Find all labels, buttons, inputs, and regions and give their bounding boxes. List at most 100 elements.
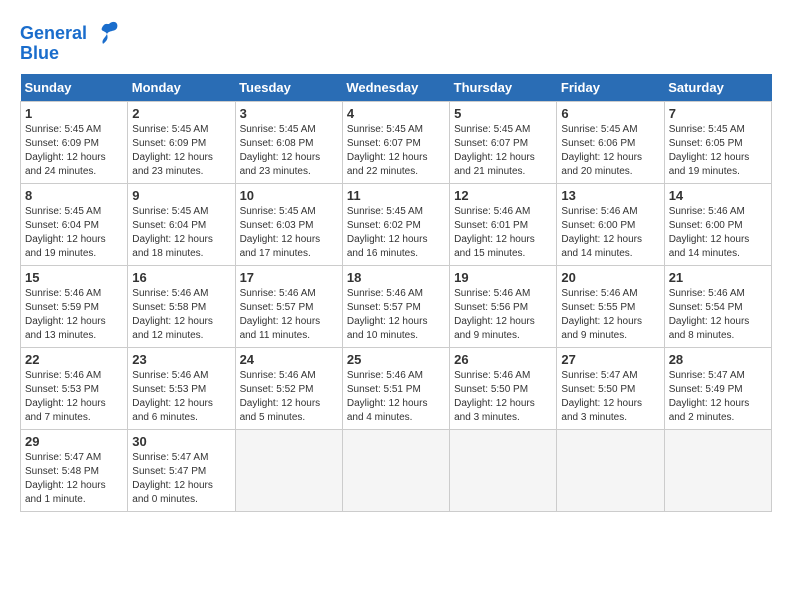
calendar-day-cell: 21 Sunrise: 5:46 AM Sunset: 5:54 PM Dayl… bbox=[664, 265, 771, 347]
day-info: Sunrise: 5:45 AM Sunset: 6:04 PM Dayligh… bbox=[25, 205, 123, 261]
calendar-day-cell: 19 Sunrise: 5:46 AM Sunset: 5:56 PM Dayl… bbox=[450, 265, 557, 347]
calendar-day-cell: 7 Sunrise: 5:45 AM Sunset: 6:05 PM Dayli… bbox=[664, 101, 771, 183]
day-info: Sunrise: 5:46 AM Sunset: 5:52 PM Dayligh… bbox=[240, 369, 338, 425]
day-number: 14 bbox=[669, 188, 767, 203]
weekday-header-row: SundayMondayTuesdayWednesdayThursdayFrid… bbox=[21, 74, 772, 102]
day-info: Sunrise: 5:46 AM Sunset: 6:00 PM Dayligh… bbox=[561, 205, 659, 261]
logo-text: General bbox=[20, 24, 87, 44]
day-number: 7 bbox=[669, 106, 767, 121]
day-info: Sunrise: 5:46 AM Sunset: 5:55 PM Dayligh… bbox=[561, 287, 659, 343]
day-number: 5 bbox=[454, 106, 552, 121]
day-info: Sunrise: 5:46 AM Sunset: 5:59 PM Dayligh… bbox=[25, 287, 123, 343]
day-info: Sunrise: 5:47 AM Sunset: 5:47 PM Dayligh… bbox=[132, 451, 230, 507]
day-number: 12 bbox=[454, 188, 552, 203]
day-number: 23 bbox=[132, 352, 230, 367]
calendar-day-cell bbox=[342, 429, 449, 511]
calendar-day-cell bbox=[450, 429, 557, 511]
day-info: Sunrise: 5:45 AM Sunset: 6:09 PM Dayligh… bbox=[132, 123, 230, 179]
calendar-day-cell: 6 Sunrise: 5:45 AM Sunset: 6:06 PM Dayli… bbox=[557, 101, 664, 183]
day-info: Sunrise: 5:46 AM Sunset: 5:54 PM Dayligh… bbox=[669, 287, 767, 343]
day-number: 15 bbox=[25, 270, 123, 285]
day-number: 24 bbox=[240, 352, 338, 367]
day-info: Sunrise: 5:45 AM Sunset: 6:06 PM Dayligh… bbox=[561, 123, 659, 179]
calendar-day-cell: 3 Sunrise: 5:45 AM Sunset: 6:08 PM Dayli… bbox=[235, 101, 342, 183]
calendar-day-cell: 11 Sunrise: 5:45 AM Sunset: 6:02 PM Dayl… bbox=[342, 183, 449, 265]
calendar-day-cell: 24 Sunrise: 5:46 AM Sunset: 5:52 PM Dayl… bbox=[235, 347, 342, 429]
logo-bird-icon bbox=[89, 20, 121, 48]
day-info: Sunrise: 5:46 AM Sunset: 5:50 PM Dayligh… bbox=[454, 369, 552, 425]
day-number: 2 bbox=[132, 106, 230, 121]
day-info: Sunrise: 5:46 AM Sunset: 5:56 PM Dayligh… bbox=[454, 287, 552, 343]
weekday-header: Saturday bbox=[664, 74, 771, 102]
calendar-day-cell bbox=[235, 429, 342, 511]
calendar-day-cell: 18 Sunrise: 5:46 AM Sunset: 5:57 PM Dayl… bbox=[342, 265, 449, 347]
calendar-day-cell: 4 Sunrise: 5:45 AM Sunset: 6:07 PM Dayli… bbox=[342, 101, 449, 183]
calendar-day-cell: 28 Sunrise: 5:47 AM Sunset: 5:49 PM Dayl… bbox=[664, 347, 771, 429]
weekday-header: Thursday bbox=[450, 74, 557, 102]
day-info: Sunrise: 5:45 AM Sunset: 6:07 PM Dayligh… bbox=[347, 123, 445, 179]
calendar-table: SundayMondayTuesdayWednesdayThursdayFrid… bbox=[20, 74, 772, 512]
day-number: 1 bbox=[25, 106, 123, 121]
day-info: Sunrise: 5:46 AM Sunset: 5:51 PM Dayligh… bbox=[347, 369, 445, 425]
calendar-day-cell bbox=[664, 429, 771, 511]
day-number: 30 bbox=[132, 434, 230, 449]
day-info: Sunrise: 5:47 AM Sunset: 5:50 PM Dayligh… bbox=[561, 369, 659, 425]
calendar-day-cell: 14 Sunrise: 5:46 AM Sunset: 6:00 PM Dayl… bbox=[664, 183, 771, 265]
calendar-day-cell bbox=[557, 429, 664, 511]
day-info: Sunrise: 5:46 AM Sunset: 5:58 PM Dayligh… bbox=[132, 287, 230, 343]
day-info: Sunrise: 5:47 AM Sunset: 5:49 PM Dayligh… bbox=[669, 369, 767, 425]
day-info: Sunrise: 5:45 AM Sunset: 6:09 PM Dayligh… bbox=[25, 123, 123, 179]
calendar-day-cell: 5 Sunrise: 5:45 AM Sunset: 6:07 PM Dayli… bbox=[450, 101, 557, 183]
calendar-day-cell: 17 Sunrise: 5:46 AM Sunset: 5:57 PM Dayl… bbox=[235, 265, 342, 347]
calendar-week-row: 8 Sunrise: 5:45 AM Sunset: 6:04 PM Dayli… bbox=[21, 183, 772, 265]
day-number: 9 bbox=[132, 188, 230, 203]
logo: General Blue bbox=[20, 20, 121, 64]
calendar-day-cell: 26 Sunrise: 5:46 AM Sunset: 5:50 PM Dayl… bbox=[450, 347, 557, 429]
calendar-day-cell: 22 Sunrise: 5:46 AM Sunset: 5:53 PM Dayl… bbox=[21, 347, 128, 429]
day-info: Sunrise: 5:45 AM Sunset: 6:02 PM Dayligh… bbox=[347, 205, 445, 261]
day-number: 22 bbox=[25, 352, 123, 367]
calendar-day-cell: 10 Sunrise: 5:45 AM Sunset: 6:03 PM Dayl… bbox=[235, 183, 342, 265]
day-number: 21 bbox=[669, 270, 767, 285]
day-info: Sunrise: 5:46 AM Sunset: 5:57 PM Dayligh… bbox=[240, 287, 338, 343]
day-number: 8 bbox=[25, 188, 123, 203]
calendar-day-cell: 9 Sunrise: 5:45 AM Sunset: 6:04 PM Dayli… bbox=[128, 183, 235, 265]
calendar-day-cell: 25 Sunrise: 5:46 AM Sunset: 5:51 PM Dayl… bbox=[342, 347, 449, 429]
calendar-day-cell: 13 Sunrise: 5:46 AM Sunset: 6:00 PM Dayl… bbox=[557, 183, 664, 265]
calendar-day-cell: 29 Sunrise: 5:47 AM Sunset: 5:48 PM Dayl… bbox=[21, 429, 128, 511]
day-number: 27 bbox=[561, 352, 659, 367]
calendar-week-row: 22 Sunrise: 5:46 AM Sunset: 5:53 PM Dayl… bbox=[21, 347, 772, 429]
logo-text-blue: Blue bbox=[20, 44, 59, 64]
day-number: 26 bbox=[454, 352, 552, 367]
day-number: 10 bbox=[240, 188, 338, 203]
day-number: 17 bbox=[240, 270, 338, 285]
day-number: 13 bbox=[561, 188, 659, 203]
day-info: Sunrise: 5:45 AM Sunset: 6:04 PM Dayligh… bbox=[132, 205, 230, 261]
day-info: Sunrise: 5:45 AM Sunset: 6:08 PM Dayligh… bbox=[240, 123, 338, 179]
day-number: 18 bbox=[347, 270, 445, 285]
calendar-day-cell: 20 Sunrise: 5:46 AM Sunset: 5:55 PM Dayl… bbox=[557, 265, 664, 347]
calendar-week-row: 29 Sunrise: 5:47 AM Sunset: 5:48 PM Dayl… bbox=[21, 429, 772, 511]
weekday-header: Sunday bbox=[21, 74, 128, 102]
day-number: 28 bbox=[669, 352, 767, 367]
weekday-header: Wednesday bbox=[342, 74, 449, 102]
day-number: 29 bbox=[25, 434, 123, 449]
calendar-day-cell: 16 Sunrise: 5:46 AM Sunset: 5:58 PM Dayl… bbox=[128, 265, 235, 347]
calendar-day-cell: 12 Sunrise: 5:46 AM Sunset: 6:01 PM Dayl… bbox=[450, 183, 557, 265]
day-number: 4 bbox=[347, 106, 445, 121]
weekday-header: Friday bbox=[557, 74, 664, 102]
day-info: Sunrise: 5:47 AM Sunset: 5:48 PM Dayligh… bbox=[25, 451, 123, 507]
day-number: 11 bbox=[347, 188, 445, 203]
day-number: 6 bbox=[561, 106, 659, 121]
calendar-day-cell: 2 Sunrise: 5:45 AM Sunset: 6:09 PM Dayli… bbox=[128, 101, 235, 183]
day-info: Sunrise: 5:46 AM Sunset: 5:57 PM Dayligh… bbox=[347, 287, 445, 343]
day-number: 20 bbox=[561, 270, 659, 285]
calendar-week-row: 15 Sunrise: 5:46 AM Sunset: 5:59 PM Dayl… bbox=[21, 265, 772, 347]
calendar-day-cell: 30 Sunrise: 5:47 AM Sunset: 5:47 PM Dayl… bbox=[128, 429, 235, 511]
day-info: Sunrise: 5:46 AM Sunset: 6:01 PM Dayligh… bbox=[454, 205, 552, 261]
calendar-day-cell: 27 Sunrise: 5:47 AM Sunset: 5:50 PM Dayl… bbox=[557, 347, 664, 429]
day-info: Sunrise: 5:45 AM Sunset: 6:07 PM Dayligh… bbox=[454, 123, 552, 179]
weekday-header: Monday bbox=[128, 74, 235, 102]
day-info: Sunrise: 5:46 AM Sunset: 5:53 PM Dayligh… bbox=[25, 369, 123, 425]
calendar-day-cell: 8 Sunrise: 5:45 AM Sunset: 6:04 PM Dayli… bbox=[21, 183, 128, 265]
